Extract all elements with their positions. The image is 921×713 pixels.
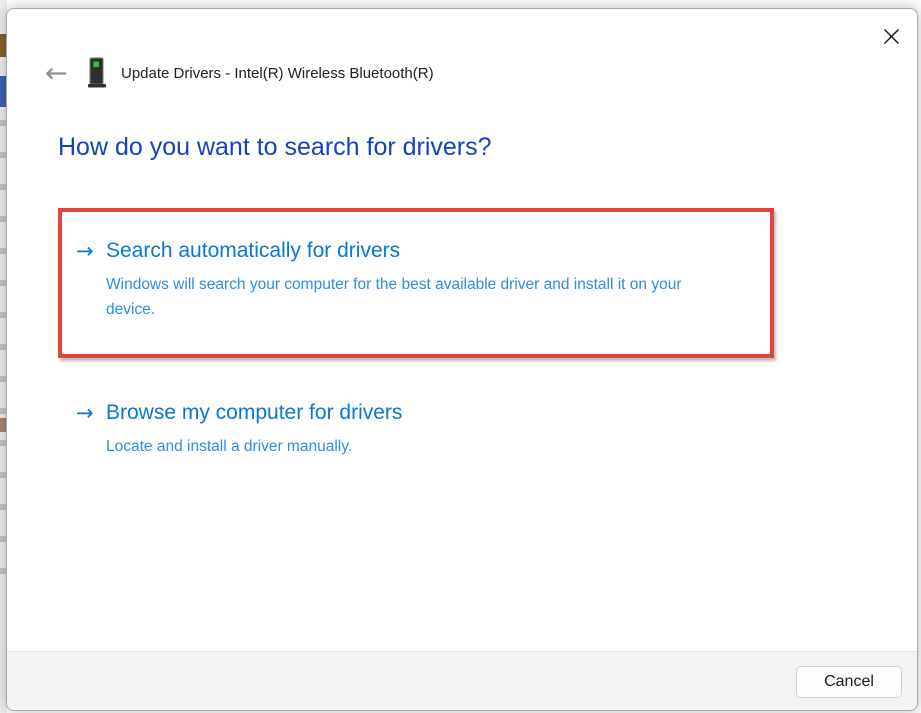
- option-description: Windows will search your computer for th…: [106, 272, 726, 322]
- option-text: Browse my computer for drivers Locate an…: [106, 399, 402, 459]
- update-drivers-wizard-dialog: ← Update Drivers - Intel(R) Wireless Blu…: [6, 8, 918, 711]
- close-button[interactable]: [873, 19, 909, 53]
- option-title: Browse my computer for drivers: [106, 399, 402, 427]
- arrow-right-icon: →: [76, 237, 106, 265]
- option-browse-computer[interactable]: → Browse my computer for drivers Locate …: [76, 399, 402, 459]
- arrow-right-icon: →: [76, 399, 106, 427]
- option-title: Search automatically for drivers: [106, 237, 726, 265]
- close-icon: [883, 28, 900, 45]
- cancel-button[interactable]: Cancel: [796, 666, 902, 698]
- wizard-title: Update Drivers - Intel(R) Wireless Bluet…: [121, 65, 434, 82]
- wizard-footer: Cancel: [7, 651, 917, 710]
- wizard-header: ← Update Drivers - Intel(R) Wireless Blu…: [45, 55, 434, 91]
- option-search-automatically[interactable]: → Search automatically for drivers Windo…: [76, 237, 726, 322]
- option-text: Search automatically for drivers Windows…: [106, 237, 726, 322]
- back-button[interactable]: ←: [45, 60, 77, 87]
- page-heading: How do you want to search for drivers?: [58, 133, 492, 162]
- option-description: Locate and install a driver manually.: [106, 434, 402, 459]
- device-driver-icon: [87, 57, 107, 89]
